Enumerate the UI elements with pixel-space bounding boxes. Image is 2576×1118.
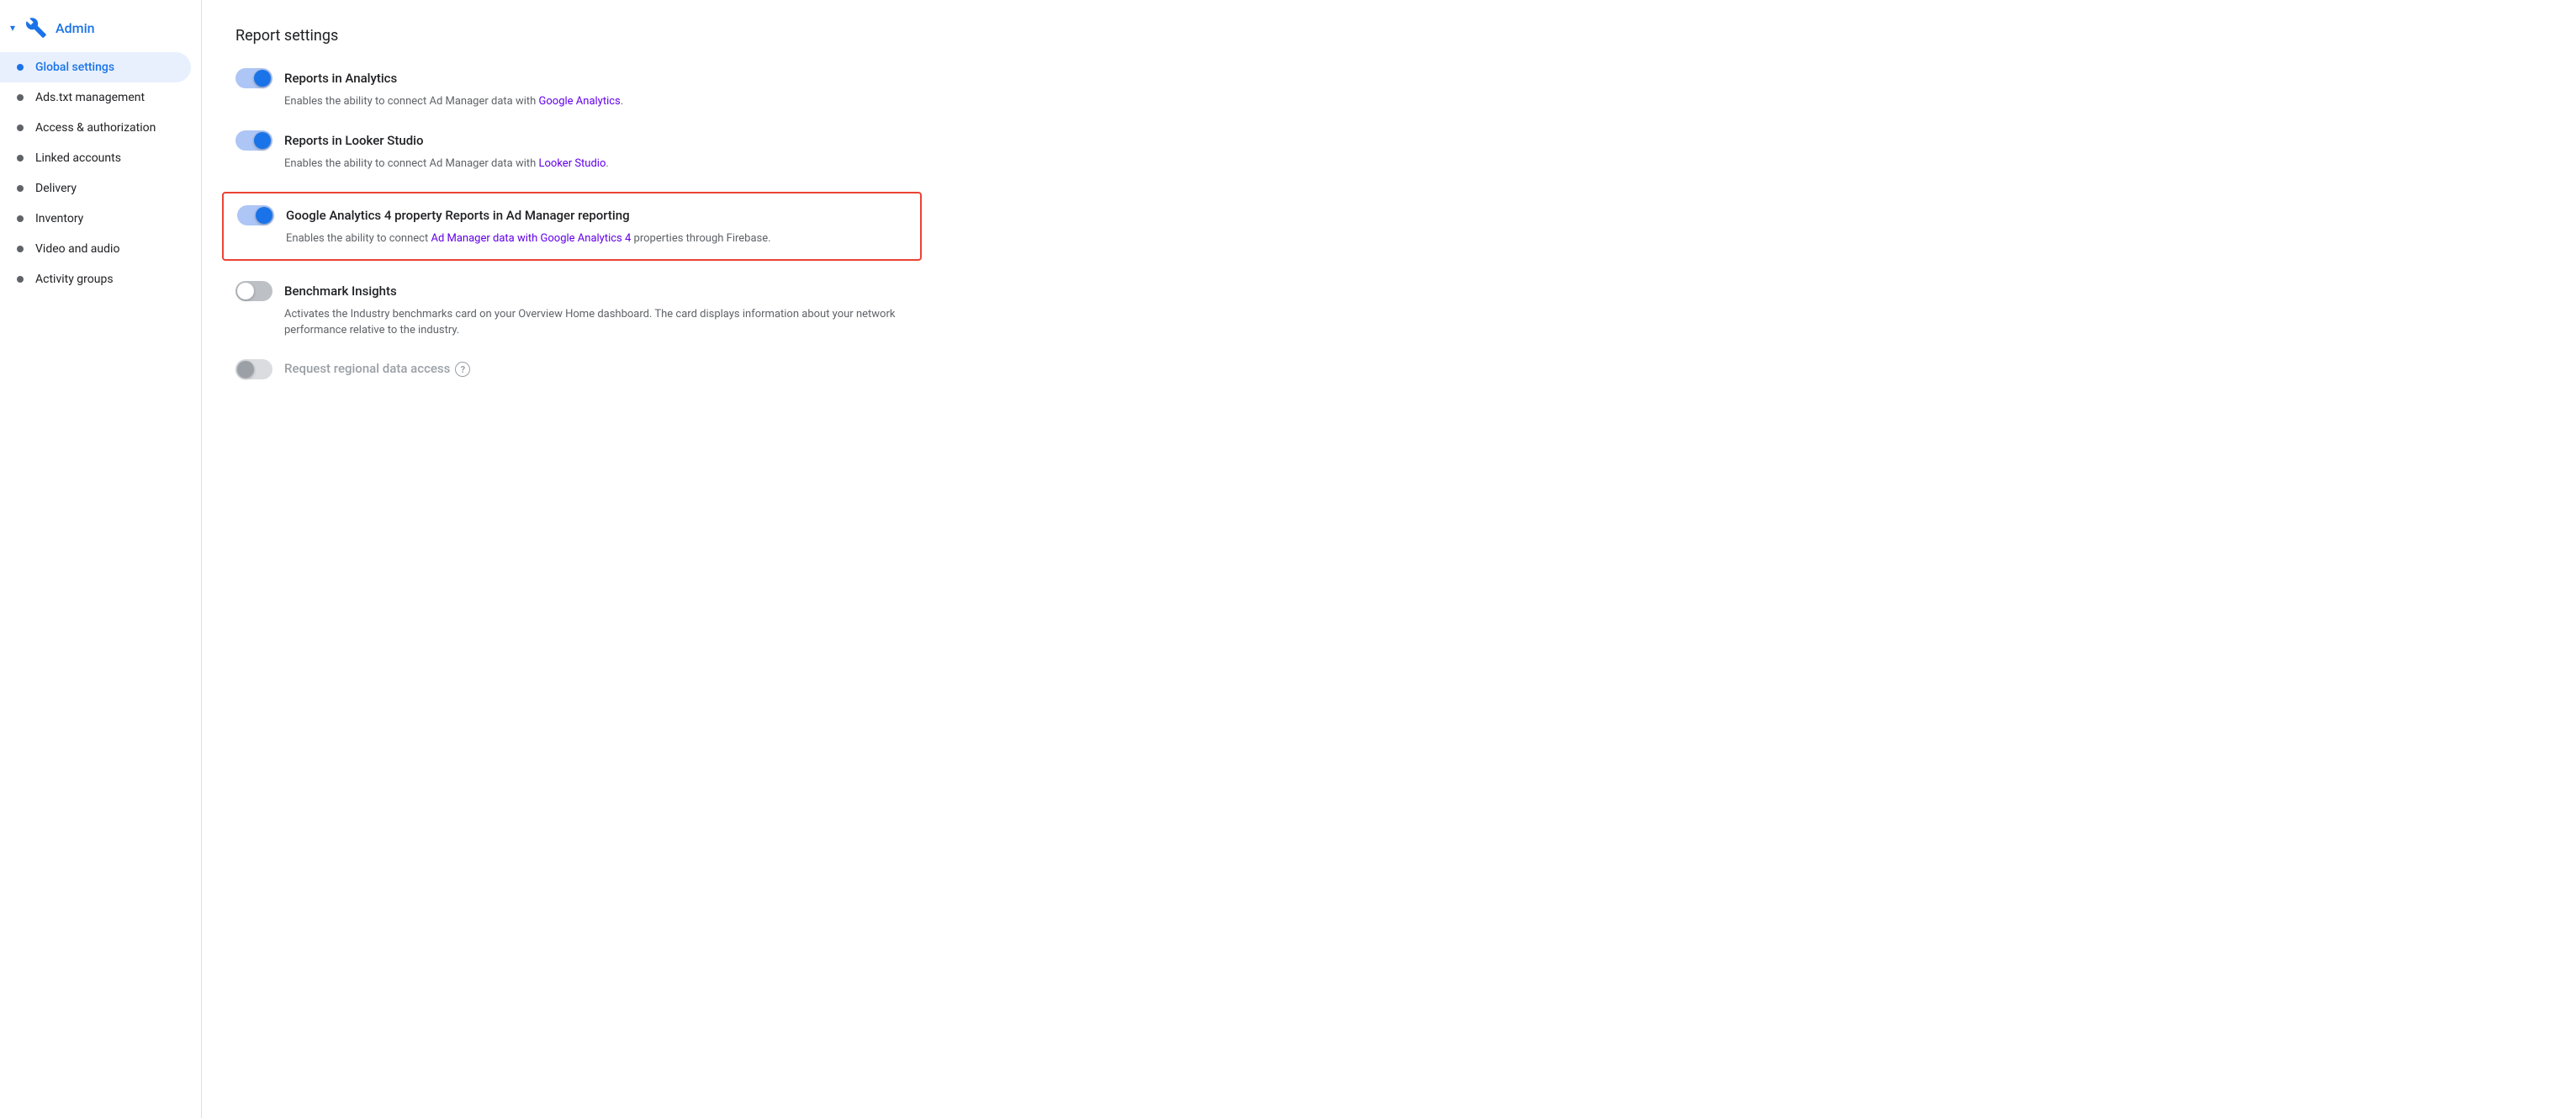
setting-row: Reports in Analytics xyxy=(235,68,908,88)
admin-label: Admin xyxy=(56,20,95,36)
settings-list: Reports in Analytics Enables the ability … xyxy=(235,68,908,379)
nav-dot xyxy=(17,185,24,192)
setting-link[interactable]: Ad Manager data with Google Analytics 4 xyxy=(431,232,631,245)
setting-title: Reports in Analytics xyxy=(284,71,397,86)
toggle-reports-ga4[interactable] xyxy=(237,205,274,225)
toggle-slider xyxy=(235,359,272,379)
sidebar-item-global-settings[interactable]: Global settings xyxy=(0,52,191,82)
setting-desc: Enables the ability to connect Ad Manage… xyxy=(237,230,907,247)
setting-title: Benchmark Insights xyxy=(284,283,397,299)
setting-row: Request regional data access? xyxy=(235,359,908,379)
sidebar-item-inventory[interactable]: Inventory xyxy=(0,204,191,234)
toggle-slider xyxy=(235,281,272,301)
setting-item-benchmark-insights: Benchmark Insights Activates the Industry… xyxy=(235,281,908,339)
setting-row: Google Analytics 4 property Reports in A… xyxy=(237,205,907,225)
chevron-icon: ▾ xyxy=(10,22,15,34)
setting-row: Reports in Looker Studio xyxy=(235,130,908,151)
setting-item-reports-looker: Reports in Looker Studio Enables the abil… xyxy=(235,130,908,172)
setting-item-reports-analytics: Reports in Analytics Enables the ability … xyxy=(235,68,908,110)
nav-label: Inventory xyxy=(35,212,83,225)
setting-title: Request regional data access? xyxy=(284,361,470,378)
toggle-slider xyxy=(237,205,274,225)
nav-label: Ads.txt management xyxy=(35,91,145,104)
nav-dot xyxy=(17,125,24,131)
toggle-reports-looker[interactable] xyxy=(235,130,272,151)
nav-dot xyxy=(17,276,24,283)
toggle-regional-data[interactable] xyxy=(235,359,272,379)
sidebar-item-video-audio[interactable]: Video and audio xyxy=(0,234,191,264)
sidebar-item-delivery[interactable]: Delivery xyxy=(0,173,191,204)
sidebar-item-access-authorization[interactable]: Access & authorization xyxy=(0,113,191,143)
nav-dot xyxy=(17,155,24,162)
setting-desc: Enables the ability to connect Ad Manage… xyxy=(235,93,908,110)
setting-title: Reports in Looker Studio xyxy=(284,133,424,148)
setting-link[interactable]: Looker Studio xyxy=(539,157,606,170)
nav-dot xyxy=(17,64,24,71)
nav-label: Activity groups xyxy=(35,273,114,286)
sidebar-item-ads-txt[interactable]: Ads.txt management xyxy=(0,82,191,113)
nav-list: Global settings Ads.txt management Access … xyxy=(0,52,201,294)
setting-item-reports-ga4: Google Analytics 4 property Reports in A… xyxy=(222,192,922,261)
nav-dot xyxy=(17,215,24,222)
setting-row: Benchmark Insights xyxy=(235,281,908,301)
sidebar-header: ▾ Admin xyxy=(0,10,201,52)
sidebar: ▾ Admin Global settings Ads.txt managemen… xyxy=(0,0,202,1118)
nav-label: Delivery xyxy=(35,182,77,195)
setting-title: Google Analytics 4 property Reports in A… xyxy=(286,208,630,223)
main-content: Report settings Reports in Analytics Enab… xyxy=(202,0,2576,1118)
toggle-benchmark-insights[interactable] xyxy=(235,281,272,301)
nav-dot xyxy=(17,94,24,101)
setting-desc: Enables the ability to connect Ad Manage… xyxy=(235,156,908,172)
sidebar-item-linked-accounts[interactable]: Linked accounts xyxy=(0,143,191,173)
nav-label: Global settings xyxy=(35,61,114,74)
nav-dot xyxy=(17,246,24,252)
setting-link[interactable]: Google Analytics xyxy=(539,95,621,108)
nav-label: Access & authorization xyxy=(35,121,156,135)
section-title: Report settings xyxy=(235,27,2542,45)
help-icon[interactable]: ? xyxy=(455,362,470,377)
sidebar-item-activity-groups[interactable]: Activity groups xyxy=(0,264,191,294)
nav-label: Linked accounts xyxy=(35,151,121,165)
toggle-slider xyxy=(235,68,272,88)
toggle-reports-analytics[interactable] xyxy=(235,68,272,88)
setting-desc: Activates the Industry benchmarks card o… xyxy=(235,306,908,339)
setting-item-regional-data: Request regional data access? xyxy=(235,359,908,379)
wrench-icon xyxy=(25,17,47,39)
nav-label: Video and audio xyxy=(35,242,119,256)
toggle-slider xyxy=(235,130,272,151)
